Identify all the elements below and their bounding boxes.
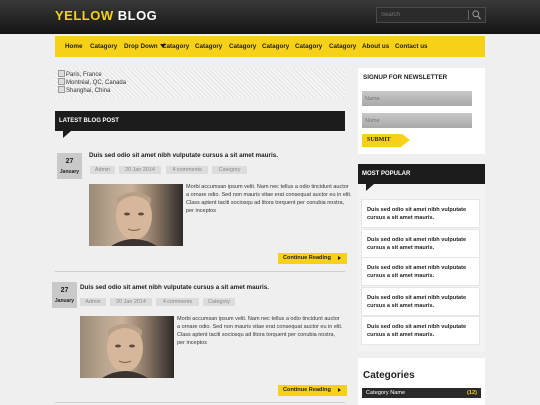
submit-arrow-icon [402, 134, 410, 146]
broken-image-montreal: Montréal, QC, Canada [58, 78, 126, 86]
category-item[interactable]: Category Name (12) [362, 388, 481, 398]
nav-catagory-3[interactable]: Catagory [195, 36, 222, 57]
continue-reading-label: Continue Reading [283, 387, 331, 393]
heading-pointer-icon [63, 131, 71, 138]
post-author[interactable]: Admin [80, 298, 106, 306]
image-slider: Paris, France Montréal, QC, Canada Shang… [55, 68, 345, 98]
latest-blog-heading: LATEST BLOG POST [55, 111, 345, 138]
popular-item[interactable]: Duis sed odio sit amet nibh vulputate cu… [362, 200, 479, 227]
most-popular-panel: MOST POPULAR Duis sed odio sit amet nibh… [358, 164, 485, 351]
post-month: January [59, 169, 80, 175]
search-input[interactable] [379, 8, 467, 22]
popular-item-title: Duis sed odio sit amet nibh vulputate cu… [367, 295, 467, 309]
nav-catagory-1[interactable]: Catagory [90, 36, 117, 57]
post-category[interactable]: Category [212, 166, 247, 174]
chevron-right-icon [338, 388, 341, 392]
nav-home[interactable]: Home [65, 36, 83, 57]
popular-item-title: Duis sed odio sit amet nibh vulputate cu… [367, 237, 467, 251]
post-title[interactable]: Duis sed odio sit amet nibh vulputate cu… [89, 152, 278, 159]
search-divider [468, 10, 469, 20]
logo-yellow-text: YELLOW [55, 8, 114, 23]
post-date-badge: 27 January [52, 282, 77, 308]
post-day: 27 [60, 287, 69, 294]
main-nav: Home Catagory Drop Down Catagory Catagor… [55, 36, 485, 57]
post-author[interactable]: Admin [90, 166, 115, 174]
category-name: Category Name [366, 390, 406, 396]
newsletter-submit-button[interactable]: SUBMIT [362, 134, 410, 147]
nav-catagory-7[interactable]: Catagory [329, 36, 356, 57]
broken-image-paris: Paris, France [58, 70, 102, 78]
portrait-image [102, 324, 148, 378]
newsletter-name-field[interactable] [362, 91, 472, 106]
post-divider [55, 271, 345, 272]
post-comments[interactable]: 4 comments [166, 166, 208, 174]
most-popular-heading-text: MOST POPULAR [362, 171, 411, 177]
popular-item[interactable]: Duis sed odio sit amet nibh vulputate cu… [362, 230, 479, 257]
search-box [376, 7, 486, 23]
most-popular-heading: MOST POPULAR [358, 164, 485, 191]
submit-label: SUBMIT [367, 137, 391, 143]
nav-catagory-6[interactable]: Catagory [295, 36, 322, 57]
nav-catagory-2[interactable]: Catagory [162, 36, 189, 57]
heading-pointer-icon [366, 184, 374, 191]
post-excerpt: Morbi accumsan ipsum velit. Nam nec tell… [186, 184, 352, 214]
post-divider [55, 402, 345, 403]
nav-catagory-4[interactable]: Catagory [229, 36, 256, 57]
continue-reading-label: Continue Reading [283, 255, 331, 261]
newsletter-title: SIGNUP FOR NEWSLETTER [363, 74, 448, 81]
newsletter-email-field[interactable] [362, 113, 472, 128]
nav-about-us[interactable]: About us [362, 36, 389, 57]
continue-reading-button[interactable]: Continue Reading [278, 385, 347, 396]
nav-drop-down-label: Drop Down [124, 43, 158, 50]
logo-white-text: BLOG [117, 8, 158, 23]
post-title[interactable]: Duis sed odio sit amet nibh vulputate cu… [80, 284, 269, 291]
broken-image-shanghai: Shanghai, China [58, 86, 110, 94]
post-month: January [54, 298, 75, 304]
post-thumbnail[interactable] [80, 316, 174, 378]
post-date: 20 Jan 2014 [110, 298, 152, 306]
post-category[interactable]: Category [203, 298, 235, 306]
post-date-badge: 27 January [57, 153, 82, 179]
post-day: 27 [65, 158, 74, 165]
nav-contact-us[interactable]: Contact us [395, 36, 428, 57]
post-comments[interactable]: 4 comments [156, 298, 199, 306]
popular-item-title: Duis sed odio sit amet nibh vulputate cu… [367, 324, 467, 338]
post-date: 20 Jan 2014 [119, 166, 161, 174]
post-excerpt: Morbi accumsan ipsum velit. Nam nec tell… [177, 316, 343, 346]
popular-item-title: Duis sed odio sit amet nibh vulputate cu… [367, 265, 467, 279]
popular-item[interactable]: Duis sed odio sit amet nibh vulputate cu… [362, 317, 479, 344]
popular-item[interactable]: Duis sed odio sit amet nibh vulputate cu… [362, 288, 479, 315]
search-icon[interactable] [472, 10, 481, 20]
popular-item-title: Duis sed odio sit amet nibh vulputate cu… [367, 207, 467, 221]
latest-blog-heading-text: LATEST BLOG POST [59, 118, 119, 124]
categories-panel: Categories Category Name (12) [358, 358, 485, 405]
top-header: YELLOW BLOG [0, 0, 540, 34]
chevron-right-icon [338, 256, 341, 260]
continue-reading-button[interactable]: Continue Reading [278, 253, 347, 264]
nav-catagory-5[interactable]: Catagory [262, 36, 289, 57]
portrait-image [111, 192, 157, 246]
nav-drop-down[interactable]: Drop Down [124, 36, 166, 57]
site-logo[interactable]: YELLOW BLOG [55, 8, 157, 23]
post-thumbnail[interactable] [89, 184, 183, 246]
category-count: (12) [467, 390, 477, 396]
popular-item[interactable]: Duis sed odio sit amet nibh vulputate cu… [362, 258, 479, 285]
categories-title: Categories [363, 370, 415, 381]
